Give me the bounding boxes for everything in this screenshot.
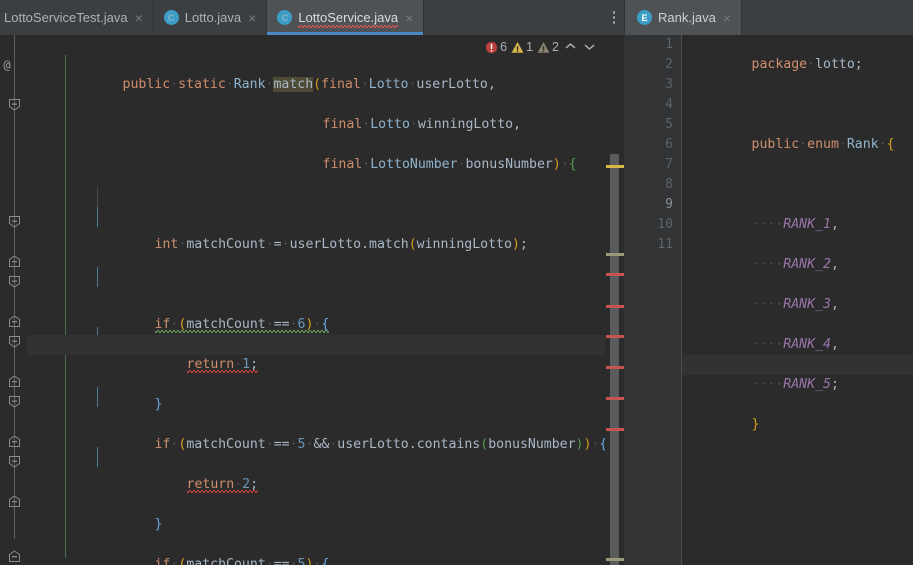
fold-collapse-icon[interactable]: [8, 215, 21, 228]
tab-lottoservice[interactable]: C LottoService.java ×: [267, 0, 425, 35]
stripe-marker-error[interactable]: [606, 397, 624, 400]
code-area-right[interactable]: package·lotto; public·enum·Rank·{ ····RA…: [682, 35, 913, 565]
code-line[interactable]: int·matchCount·=·userLotto.match(winning…: [27, 215, 605, 252]
stripe-marker-weak[interactable]: [606, 253, 624, 256]
inspection-widget[interactable]: 6 1 2: [485, 40, 597, 54]
line-number: 8: [665, 177, 673, 192]
line-number: 10: [657, 217, 673, 232]
code-line[interactable]: ····RANK_2,: [682, 235, 913, 272]
line-number: 6: [665, 137, 673, 152]
editor-gutter-right[interactable]: 1 2 3 4 5 6 7 8 9 10 11: [625, 35, 682, 565]
code-line[interactable]: final·Lotto·winningLotto,: [27, 95, 605, 132]
fold-expand-icon[interactable]: [8, 255, 21, 268]
line-number: 11: [657, 237, 673, 252]
stripe-marker-error[interactable]: [606, 305, 624, 308]
tab-rank[interactable]: E Rank.java ×: [625, 0, 742, 35]
code-line[interactable]: [27, 175, 605, 195]
code-line[interactable]: package·lotto;: [682, 35, 913, 72]
ide-window: LottoServiceTest.java × C Lotto.java × C…: [0, 0, 913, 565]
class-icon: C: [163, 10, 179, 25]
code-line[interactable]: [27, 255, 605, 275]
fold-collapse-icon[interactable]: [8, 335, 21, 348]
tab-label: Lotto.java: [184, 9, 242, 25]
error-count: 6: [500, 40, 508, 54]
code-line[interactable]: if·(matchCount·==·5)·{: [27, 535, 605, 565]
close-icon[interactable]: ×: [722, 11, 732, 25]
line-number: 1: [665, 37, 673, 52]
stripe-marker-error[interactable]: [606, 273, 624, 276]
code-line[interactable]: }: [682, 395, 913, 432]
line-number: 7: [665, 157, 673, 172]
code-line[interactable]: final·LottoNumber·bonusNumber)·{: [27, 135, 605, 172]
editor-tabbar-left: LottoServiceTest.java × C Lotto.java × C…: [0, 0, 625, 36]
editor-gutter-left[interactable]: @: [0, 35, 27, 565]
code-line[interactable]: ····RANK_1,: [682, 195, 913, 232]
code-line[interactable]: ····RANK_3,: [682, 275, 913, 312]
tab-lottoservicetest[interactable]: LottoServiceTest.java ×: [0, 0, 154, 35]
fold-collapse-icon[interactable]: [8, 275, 21, 288]
warning-count: 1: [526, 40, 534, 54]
fold-collapse-icon[interactable]: [8, 98, 21, 111]
line-number: 2: [665, 57, 673, 72]
fold-collapse-icon[interactable]: [8, 455, 21, 468]
tab-label: LottoService.java: [298, 9, 399, 28]
code-line[interactable]: return·2;: [27, 455, 605, 492]
error-icon: [486, 41, 498, 53]
line-number: 5: [665, 117, 673, 132]
fold-collapse-icon[interactable]: [8, 395, 21, 408]
fold-expand-icon[interactable]: [8, 495, 21, 508]
code-line[interactable]: public·static·Rank·match(final·Lotto·use…: [27, 55, 605, 92]
tab-label: Rank.java: [658, 9, 716, 25]
fold-expand-icon[interactable]: [8, 550, 21, 563]
tab-overflow-button[interactable]: [603, 0, 625, 35]
error-indicator[interactable]: 6: [485, 40, 507, 54]
line-number: 3: [665, 77, 673, 92]
code-area-left[interactable]: public·static·Rank·match(final·Lotto·use…: [27, 35, 608, 565]
stripe-marker-warning[interactable]: [606, 165, 624, 168]
error-stripe-scrollbar[interactable]: [605, 70, 625, 565]
weak-warning-icon: [537, 41, 550, 53]
code-line[interactable]: [682, 75, 913, 95]
code-line[interactable]: }: [27, 495, 605, 532]
dot: [612, 16, 616, 19]
next-problem-icon[interactable]: [582, 41, 597, 53]
close-icon[interactable]: ×: [404, 11, 414, 25]
line-number-current: 9: [665, 197, 673, 212]
line-number: 4: [665, 97, 673, 112]
fold-expand-icon[interactable]: [8, 315, 21, 328]
warning-icon: [511, 41, 524, 53]
scrollbar-thumb[interactable]: [610, 154, 619, 565]
code-line-current[interactable]: return·1;: [27, 335, 605, 372]
code-line[interactable]: [682, 435, 913, 455]
dot: [612, 11, 616, 14]
code-line[interactable]: [682, 155, 913, 175]
stripe-marker-error[interactable]: [606, 366, 624, 369]
tab-label: LottoServiceTest.java: [4, 9, 128, 25]
fold-expand-icon[interactable]: [8, 375, 21, 388]
class-icon: C: [277, 10, 293, 25]
tab-lotto[interactable]: C Lotto.java ×: [153, 0, 268, 35]
weak-warning-indicator[interactable]: 2: [537, 40, 559, 54]
editor-lottoservice[interactable]: @ public·static·Rank·match(final·Lotto·u…: [0, 35, 625, 565]
code-line[interactable]: ····RANK_4,: [682, 315, 913, 352]
stripe-marker-error[interactable]: [606, 335, 624, 338]
stripe-marker-error[interactable]: [606, 428, 624, 431]
fold-expand-icon[interactable]: [8, 435, 21, 448]
code-line[interactable]: public·enum·Rank·{: [682, 115, 913, 152]
close-icon[interactable]: ×: [134, 11, 144, 25]
code-line[interactable]: if·(matchCount·==·5·&&·userLotto.contain…: [27, 415, 608, 452]
code-line[interactable]: if·(matchCount·==·6)·{: [27, 295, 605, 332]
warning-indicator[interactable]: 1: [511, 40, 533, 54]
stripe-marker-weak[interactable]: [606, 558, 624, 561]
close-icon[interactable]: ×: [247, 11, 257, 25]
prev-problem-icon[interactable]: [563, 41, 578, 53]
enum-icon: E: [637, 10, 652, 25]
weak-warning-count: 2: [552, 40, 559, 54]
dot: [612, 21, 616, 24]
editor-rank[interactable]: 1 2 3 4 5 6 7 8 9 10 11 package·lotto; p…: [625, 35, 913, 565]
code-line[interactable]: }: [27, 375, 605, 412]
annotation-marker-icon[interactable]: @: [0, 57, 14, 73]
code-line-current[interactable]: ····RANK_5;: [682, 355, 913, 392]
editor-tabbar-right: E Rank.java ×: [625, 0, 913, 36]
